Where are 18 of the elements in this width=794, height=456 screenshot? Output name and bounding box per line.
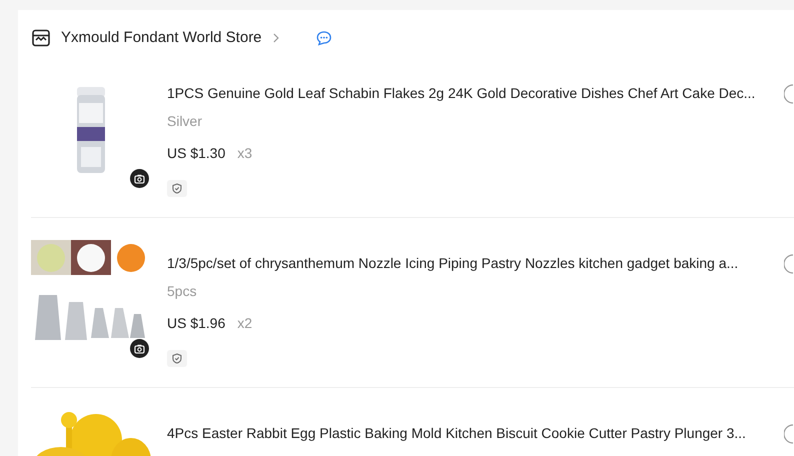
product-title[interactable]: 1PCS Genuine Gold Leaf Schabin Flakes 2g 24K Gold Decorative Dishes Chef Art Cake Dec... [167, 83, 756, 104]
camera-button[interactable] [130, 169, 149, 188]
product-price: US $1.30 [167, 144, 226, 163]
product-title[interactable]: 1/3/5pc/set of chrysanthemum Nozzle Icing Piping Pastry Nozzles kitchen gadget baking a... [167, 253, 738, 274]
product-title[interactable]: 4Pcs Easter Rabbit Egg Plastic Baking Mold Kitchen Biscuit Cookie Cutter Pastry Plunger 3... [167, 423, 746, 444]
product-price: US $1.96 [167, 314, 226, 333]
chevron-right-icon [272, 32, 280, 44]
camera-icon [134, 174, 145, 184]
chat-icon[interactable] [316, 30, 332, 46]
camera-icon [134, 344, 145, 354]
product-quantity: x3 [237, 144, 252, 163]
store-link[interactable]: Yxmould Fondant World Store [61, 26, 262, 50]
protection-badge [167, 350, 187, 367]
product-variant: 5pcs [167, 282, 198, 301]
product-variant: Silver [167, 112, 204, 131]
product-quantity: x2 [237, 314, 252, 333]
protection-badge [167, 180, 187, 197]
store-icon [31, 28, 51, 48]
